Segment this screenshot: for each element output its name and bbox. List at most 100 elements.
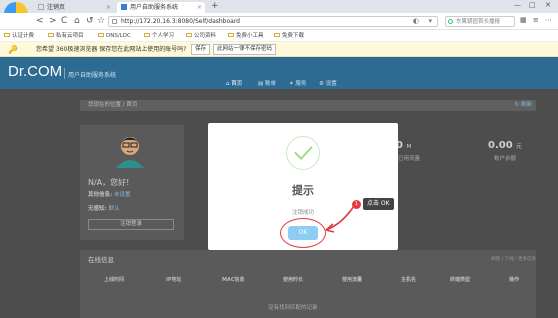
bookmark-star-icon[interactable]: ☆	[97, 16, 105, 26]
home-button[interactable]: ⌂	[74, 16, 80, 26]
bookmark-label: 公司资料	[194, 33, 217, 39]
bookmark-item[interactable]: DNS/LDC	[98, 31, 131, 41]
avatar	[116, 137, 144, 168]
bookmark-label: DNS/LDC	[106, 33, 131, 39]
tab-label: 注销页	[47, 4, 66, 11]
toolbar-icons[interactable]: ▦ ≡ ⋯	[520, 16, 554, 24]
logout-button[interactable]: 注销登录	[88, 219, 174, 230]
dropdown-icon[interactable]: ▾	[428, 16, 432, 26]
nav-label: 账单	[264, 81, 276, 87]
balance-number: 0.00	[488, 140, 513, 151]
bookmark-item[interactable]: 个人学习	[144, 31, 174, 41]
divider	[64, 68, 65, 79]
online-title: 在线信息	[88, 256, 114, 264]
folder-icon	[144, 33, 150, 37]
forward-button[interactable]: >	[49, 16, 57, 26]
password-bar-text: 您希望 360极速浏览器 保存您在此网站上使用的账号吗?	[36, 46, 187, 53]
column-header: 上线时间	[104, 277, 125, 283]
bookmark-label: 个人学习	[152, 33, 175, 39]
column-header: 使用时长	[283, 277, 304, 283]
folder-icon	[98, 33, 104, 37]
close-icon[interactable]: ×	[106, 2, 111, 13]
password-save-bar: 🔑 您希望 360极速浏览器 保存您在此网站上使用的账号吗? 保存 此网站一律不…	[0, 42, 558, 57]
online-actions[interactable]: 刷新 / 下线 / 更多信息	[491, 256, 536, 262]
nav-label: 首页	[231, 81, 243, 87]
column-header: 主机名	[401, 277, 417, 283]
column-header: MAC信息	[222, 277, 245, 283]
close-icon[interactable]: ×	[197, 2, 202, 13]
folder-icon	[186, 33, 192, 37]
bookmark-label: 私有云项目	[56, 33, 84, 39]
bookmark-label: 免费小工具	[236, 33, 264, 39]
breadcrumb-bar	[80, 100, 536, 111]
nav-service[interactable]: ✦ 服务	[289, 79, 306, 87]
folder-icon	[228, 33, 234, 37]
usage-value: 0 M	[396, 140, 411, 151]
arrow-icon	[325, 205, 355, 233]
balance-label: 帐户余额	[494, 156, 517, 162]
dialog-title: 提示	[292, 184, 314, 197]
breadcrumb-prefix: 您现在的位置	[88, 102, 122, 108]
bill-icon: ▤	[258, 81, 265, 87]
key-icon: 🔑	[8, 45, 18, 54]
success-check-icon	[286, 136, 320, 170]
gear-icon: ⚙	[319, 81, 326, 87]
breadcrumb-separator: /	[122, 102, 125, 108]
nav-settings[interactable]: ⚙ 设置	[319, 79, 337, 87]
refresh-label: 刷新	[520, 102, 532, 108]
usage-unit: M	[406, 144, 412, 150]
new-tab-button[interactable]: +	[211, 1, 219, 11]
tab-self-service[interactable]: 用户自助服务系统 ×	[117, 2, 205, 13]
nav-home[interactable]: ⌂ 首页	[226, 79, 243, 90]
refresh-button[interactable]: ↻ 刷新	[515, 100, 532, 111]
bookmark-item[interactable]: 公司资料	[186, 31, 216, 41]
tab-logout-page[interactable]: 注销页 ×	[34, 2, 114, 13]
highlight-ring	[280, 218, 326, 248]
bookmark-label: 免费下载	[282, 33, 305, 39]
bookmark-item[interactable]: 免费下载	[274, 31, 304, 41]
balance-value: 0.00 元	[488, 140, 522, 151]
column-header: 操作	[509, 277, 520, 283]
compat-mode-icon[interactable]: ◐	[413, 16, 419, 26]
brand-logo[interactable]: Dr.COM	[8, 63, 62, 80]
bookmark-label: 认证计费	[12, 33, 35, 39]
breadcrumb: 您现在的位置 / 首页	[88, 100, 137, 111]
tab-label: 用户自助服务系统	[130, 4, 179, 11]
app-header: Dr.COM 用户自助服务系统 ⌂ 首页 ▤ 账单 ✦ 服务 ⚙ 设置	[0, 57, 558, 90]
never-save-button[interactable]: 此网站一律不保存密码	[213, 44, 277, 55]
nav-label: 服务	[295, 81, 307, 87]
bookmark-item[interactable]: 认证计费	[4, 31, 34, 41]
search-placeholder: 东篱朝园首长播报	[456, 19, 501, 25]
dialog-message: 注销成功	[291, 210, 314, 216]
search-input[interactable]: 东篱朝园首长播报	[445, 16, 515, 27]
column-header: 终端类型	[450, 277, 471, 283]
bookmark-item[interactable]: 免费小工具	[228, 31, 264, 41]
page-icon	[121, 4, 127, 10]
step-number-badge: 1	[352, 200, 361, 209]
nav-label: 设置	[325, 81, 337, 87]
minimize-button[interactable]: —	[514, 1, 521, 9]
bookmark-item[interactable]: 私有云项目	[48, 31, 84, 41]
bookmarks-bar: 认证计费 私有云项目 DNS/LDC 个人学习 公司资料 免费小工具 免费下载	[0, 30, 558, 42]
address-bar[interactable]: http://172.20.16.3:8080/Self/dashboard ◐…	[108, 16, 438, 27]
folder-icon	[274, 33, 280, 37]
reload-button[interactable]: C	[61, 16, 67, 26]
url-text: http://172.20.16.3:8080/Self/dashboard	[121, 18, 240, 25]
save-password-button[interactable]: 保存	[191, 44, 211, 55]
browser-tab-bar: 注销页 × 用户自助服务系统 × + — □ ✕	[0, 0, 558, 13]
balance-unit: 元	[516, 144, 522, 150]
maximize-button[interactable]: □	[529, 1, 536, 9]
close-window-button[interactable]: ✕	[545, 1, 551, 9]
usage-label: 已用流量	[398, 156, 421, 162]
breadcrumb-current[interactable]: 首页	[126, 102, 137, 108]
folder-icon	[4, 33, 10, 37]
undo-button[interactable]: ↺	[86, 16, 94, 26]
app-subtitle: 用户自助服务系统	[68, 72, 117, 79]
nav-bill[interactable]: ▤ 账单	[258, 79, 276, 87]
step-tooltip: 点击 OK	[363, 198, 394, 210]
column-header: IP地址	[166, 277, 182, 283]
page-icon	[38, 4, 44, 10]
search-icon	[448, 19, 453, 24]
empty-message: 没有找到匹配的记录	[268, 305, 318, 311]
back-button[interactable]: <	[36, 16, 44, 26]
